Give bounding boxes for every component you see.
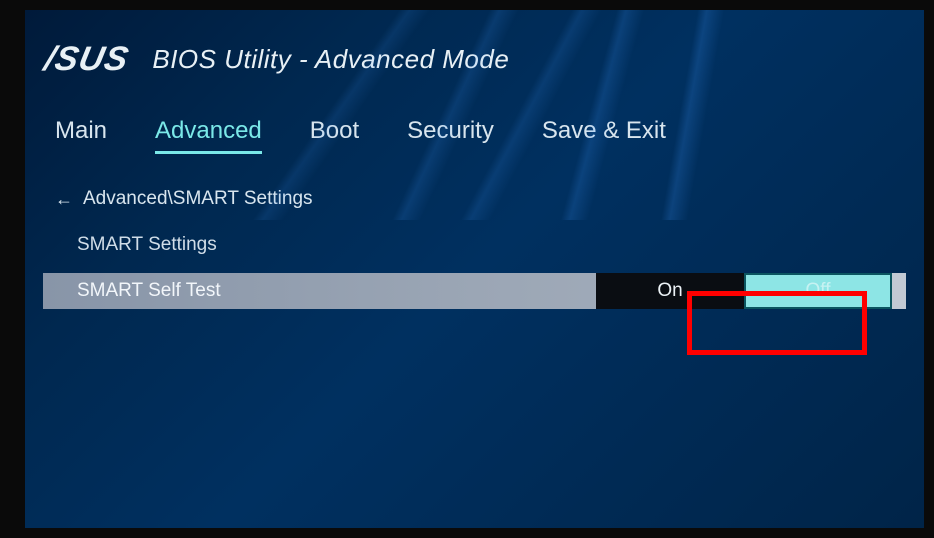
back-arrow-icon[interactable]: ←	[55, 189, 73, 210]
tab-bar: Main Advanced Boot Security Save & Exit	[25, 99, 924, 166]
page-title: BIOS Utility - Advanced Mode	[152, 44, 509, 75]
tab-save-exit[interactable]: Save & Exit	[542, 117, 666, 154]
breadcrumb[interactable]: ← Advanced\SMART Settings	[25, 166, 924, 226]
setting-label: SMART Self Test	[43, 273, 596, 309]
bios-screen: /SUS BIOS Utility - Advanced Mode Main A…	[25, 10, 924, 528]
tab-advanced[interactable]: Advanced	[155, 117, 262, 154]
section-heading: SMART Settings	[25, 226, 924, 270]
header: /SUS BIOS Utility - Advanced Mode	[25, 10, 924, 99]
toggle-option-on[interactable]: On	[596, 273, 744, 309]
row-trailing-band	[892, 273, 906, 309]
tab-security[interactable]: Security	[407, 117, 494, 154]
setting-row-smart-self-test: SMART Self Test On Off	[43, 273, 906, 309]
brand-logo: /SUS	[41, 40, 133, 79]
breadcrumb-path: Advanced\SMART Settings	[83, 188, 313, 210]
toggle-group: On Off	[596, 273, 892, 309]
toggle-option-off[interactable]: Off	[744, 273, 892, 309]
tab-main[interactable]: Main	[55, 117, 107, 154]
tab-boot[interactable]: Boot	[310, 117, 359, 154]
